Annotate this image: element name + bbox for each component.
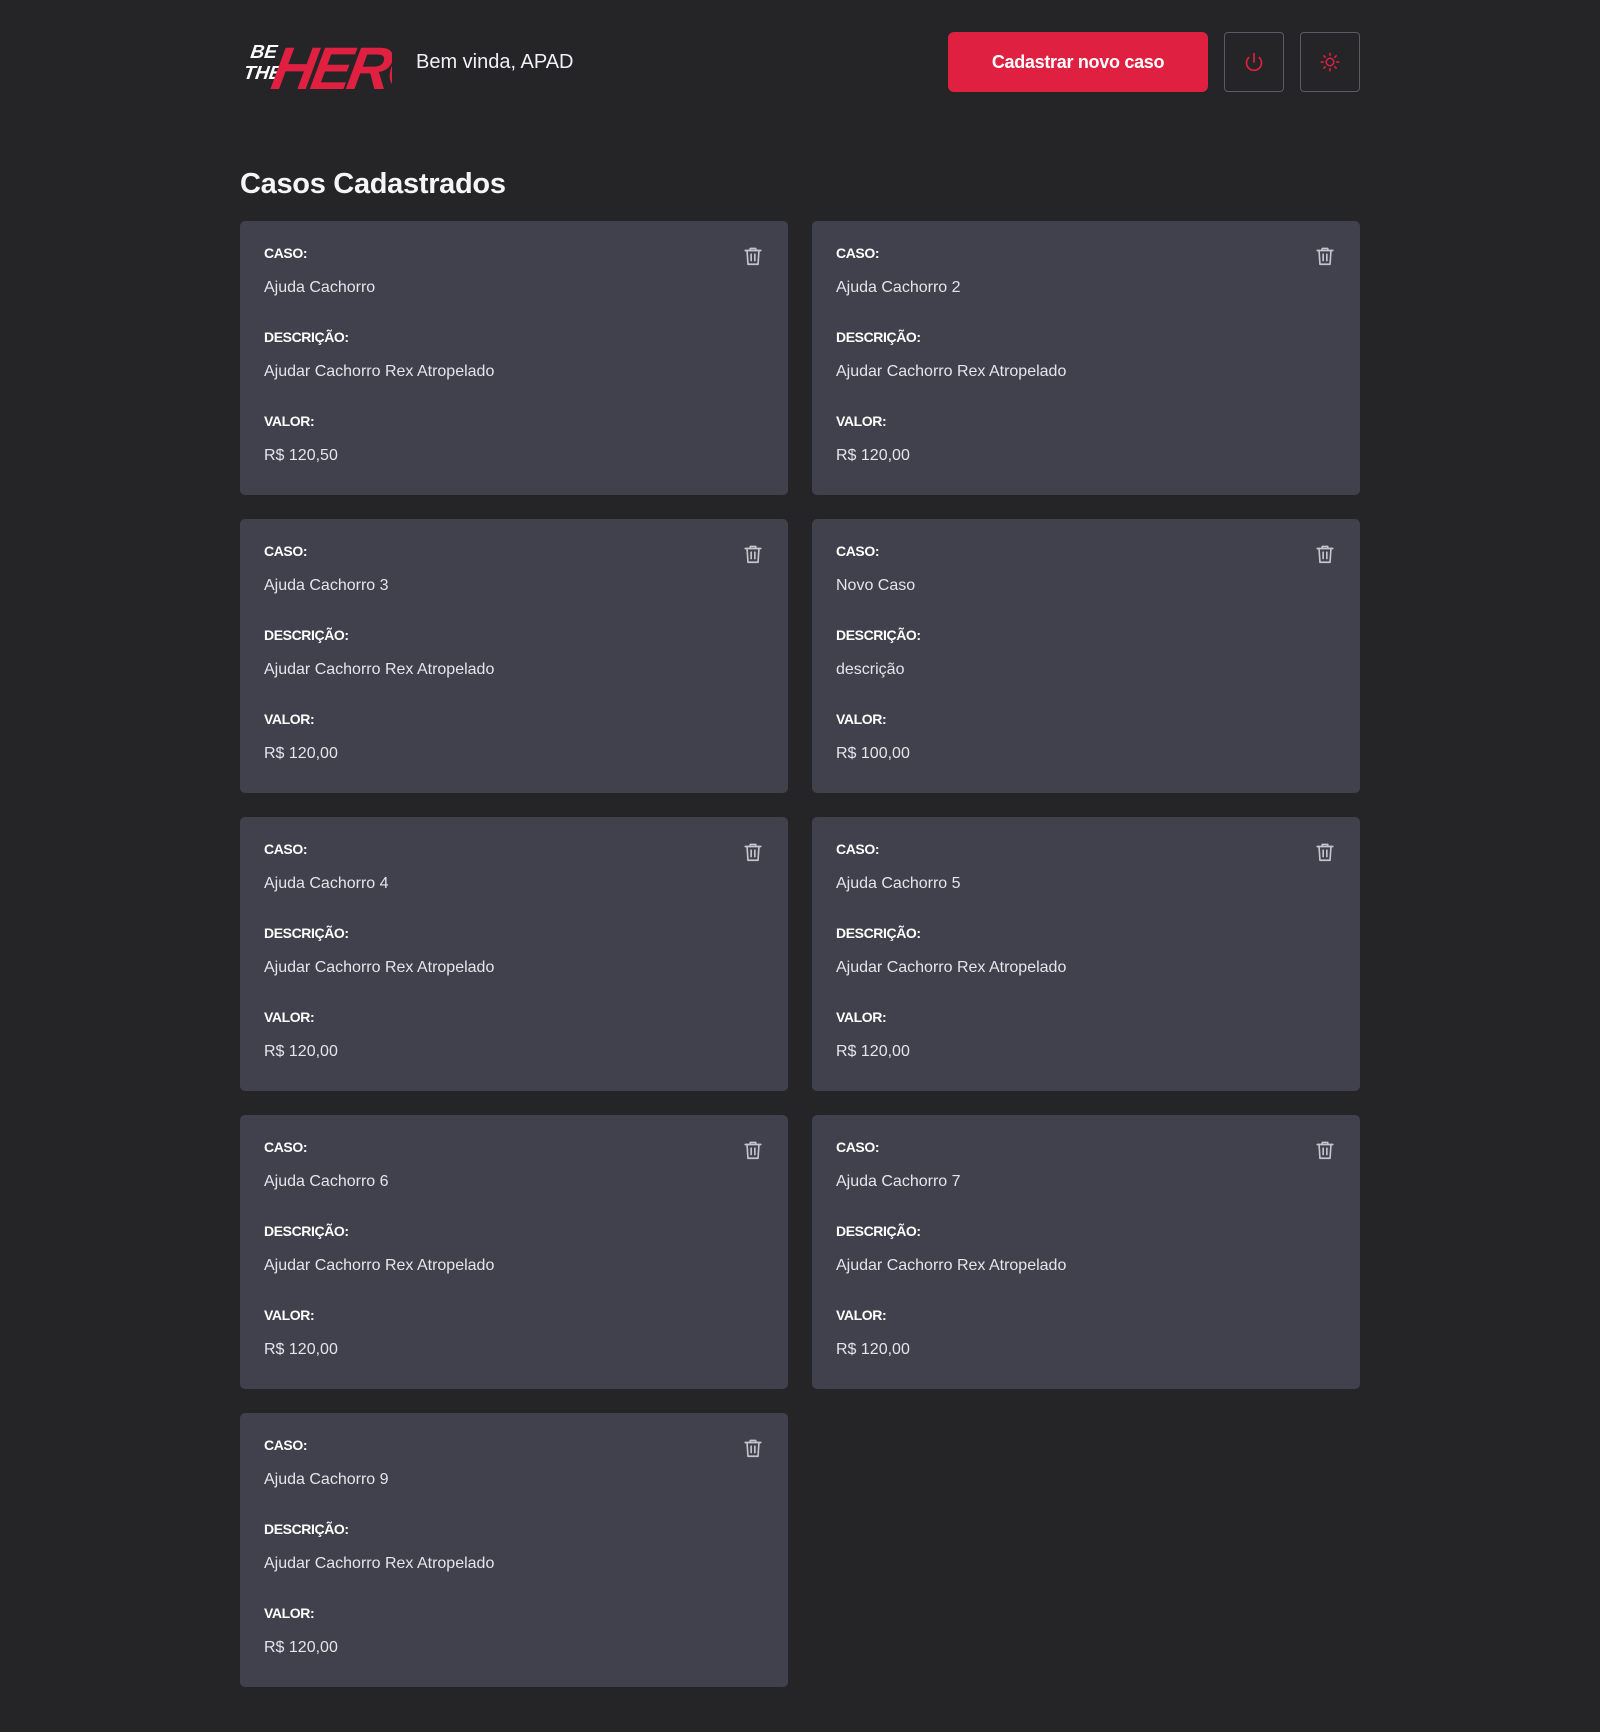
case-value: R$ 120,00: [836, 1341, 910, 1358]
case-label: CASO:: [264, 1437, 308, 1453]
trash-icon: [1316, 247, 1334, 266]
case-description: descrição: [836, 661, 905, 678]
sun-icon: [1320, 52, 1340, 72]
app-header: BE THE HERO Bem vinda, APAD Cadastrar no…: [240, 32, 1360, 95]
case-title: Ajuda Cachorro: [264, 279, 376, 296]
delete-case-button[interactable]: [1314, 245, 1336, 267]
new-case-button[interactable]: Cadastrar novo caso: [948, 32, 1208, 92]
case-description: Ajudar Cachorro Rex Atropelado: [836, 959, 1067, 976]
value-label: VALOR:: [836, 711, 887, 727]
case-title: Ajuda Cachorro 7: [836, 1173, 961, 1190]
case-value: R$ 120,50: [264, 447, 338, 464]
value-label: VALOR:: [264, 1009, 315, 1025]
trash-icon: [744, 843, 762, 862]
case-card: CASO: Ajuda Cachorro 5 DESCRIÇÃO: Ajudar…: [812, 817, 1360, 1091]
description-label: DESCRIÇÃO:: [264, 627, 349, 643]
case-description: Ajudar Cachorro Rex Atropelado: [264, 661, 495, 678]
description-label: DESCRIÇÃO:: [264, 329, 349, 345]
header-actions: Cadastrar novo caso: [948, 32, 1360, 92]
svg-text:HERO: HERO: [267, 34, 392, 95]
case-card: CASO: Ajuda Cachorro 4 DESCRIÇÃO: Ajudar…: [240, 817, 788, 1091]
case-card: CASO: Novo Caso DESCRIÇÃO: descrição VAL…: [812, 519, 1360, 793]
trash-icon: [744, 545, 762, 564]
case-title: Ajuda Cachorro 9: [264, 1471, 389, 1488]
case-card: CASO: Ajuda Cachorro 3 DESCRIÇÃO: Ajudar…: [240, 519, 788, 793]
case-label: CASO:: [264, 245, 308, 261]
welcome-text: Bem vinda, APAD: [416, 50, 574, 73]
value-label: VALOR:: [836, 1009, 887, 1025]
description-label: DESCRIÇÃO:: [264, 925, 349, 941]
value-label: VALOR:: [264, 413, 315, 429]
logout-button[interactable]: [1224, 32, 1284, 92]
case-label: CASO:: [836, 1139, 880, 1155]
description-label: DESCRIÇÃO:: [836, 329, 921, 345]
case-card: CASO: Ajuda Cachorro DESCRIÇÃO: Ajudar C…: [240, 221, 788, 495]
case-value: R$ 120,00: [836, 1043, 910, 1060]
case-description: Ajudar Cachorro Rex Atropelado: [264, 959, 495, 976]
case-label: CASO:: [836, 841, 880, 857]
case-card: CASO: Ajuda Cachorro 7 DESCRIÇÃO: Ajudar…: [812, 1115, 1360, 1389]
trash-icon: [1316, 1141, 1334, 1160]
delete-case-button[interactable]: [742, 841, 764, 863]
page-container: BE THE HERO Bem vinda, APAD Cadastrar no…: [240, 0, 1360, 1687]
case-card: CASO: Ajuda Cachorro 2 DESCRIÇÃO: Ajudar…: [812, 221, 1360, 495]
case-label: CASO:: [836, 543, 880, 559]
case-title: Novo Caso: [836, 577, 916, 594]
trash-icon: [744, 1439, 762, 1458]
case-description: Ajudar Cachorro Rex Atropelado: [264, 1555, 495, 1572]
delete-case-button[interactable]: [742, 1139, 764, 1161]
delete-case-button[interactable]: [742, 245, 764, 267]
delete-case-button[interactable]: [1314, 1139, 1336, 1161]
trash-icon: [744, 247, 762, 266]
case-description: Ajudar Cachorro Rex Atropelado: [836, 363, 1067, 380]
case-card: CASO: Ajuda Cachorro 6 DESCRIÇÃO: Ajudar…: [240, 1115, 788, 1389]
case-label: CASO:: [836, 245, 880, 261]
case-description: Ajudar Cachorro Rex Atropelado: [264, 363, 495, 380]
case-value: R$ 120,00: [264, 1639, 338, 1656]
value-label: VALOR:: [836, 1307, 887, 1323]
power-icon: [1245, 52, 1263, 72]
case-label: CASO:: [264, 841, 308, 857]
page-title: Casos Cadastrados: [240, 168, 506, 200]
case-value: R$ 100,00: [836, 745, 910, 762]
delete-case-button[interactable]: [1314, 841, 1336, 863]
delete-case-button[interactable]: [742, 543, 764, 565]
case-title: Ajuda Cachorro 2: [836, 279, 961, 296]
value-label: VALOR:: [836, 413, 887, 429]
description-label: DESCRIÇÃO:: [264, 1521, 349, 1537]
trash-icon: [1316, 545, 1334, 564]
case-value: R$ 120,00: [264, 1341, 338, 1358]
trash-icon: [744, 1141, 762, 1160]
case-title: Ajuda Cachorro 4: [264, 875, 389, 892]
case-value: R$ 120,00: [836, 447, 910, 464]
case-description: Ajudar Cachorro Rex Atropelado: [264, 1257, 495, 1274]
value-label: VALOR:: [264, 1605, 315, 1621]
be-the-hero-logo: BE THE HERO: [242, 34, 392, 95]
delete-case-button[interactable]: [742, 1437, 764, 1459]
case-title: Ajuda Cachorro 3: [264, 577, 389, 594]
case-value: R$ 120,00: [264, 745, 338, 762]
case-label: CASO:: [264, 1139, 308, 1155]
trash-icon: [1316, 843, 1334, 862]
case-description: Ajudar Cachorro Rex Atropelado: [836, 1257, 1067, 1274]
case-title: Ajuda Cachorro 5: [836, 875, 961, 892]
cases-list: CASO: Ajuda Cachorro DESCRIÇÃO: Ajudar C…: [240, 221, 1360, 1687]
case-label: CASO:: [264, 543, 308, 559]
theme-toggle-button[interactable]: [1300, 32, 1360, 92]
description-label: DESCRIÇÃO:: [836, 925, 921, 941]
value-label: VALOR:: [264, 711, 315, 727]
delete-case-button[interactable]: [1314, 543, 1336, 565]
description-label: DESCRIÇÃO:: [264, 1223, 349, 1239]
case-value: R$ 120,00: [264, 1043, 338, 1060]
value-label: VALOR:: [264, 1307, 315, 1323]
description-label: DESCRIÇÃO:: [836, 1223, 921, 1239]
description-label: DESCRIÇÃO:: [836, 627, 921, 643]
case-card: CASO: Ajuda Cachorro 9 DESCRIÇÃO: Ajudar…: [240, 1413, 788, 1687]
case-title: Ajuda Cachorro 6: [264, 1173, 389, 1190]
